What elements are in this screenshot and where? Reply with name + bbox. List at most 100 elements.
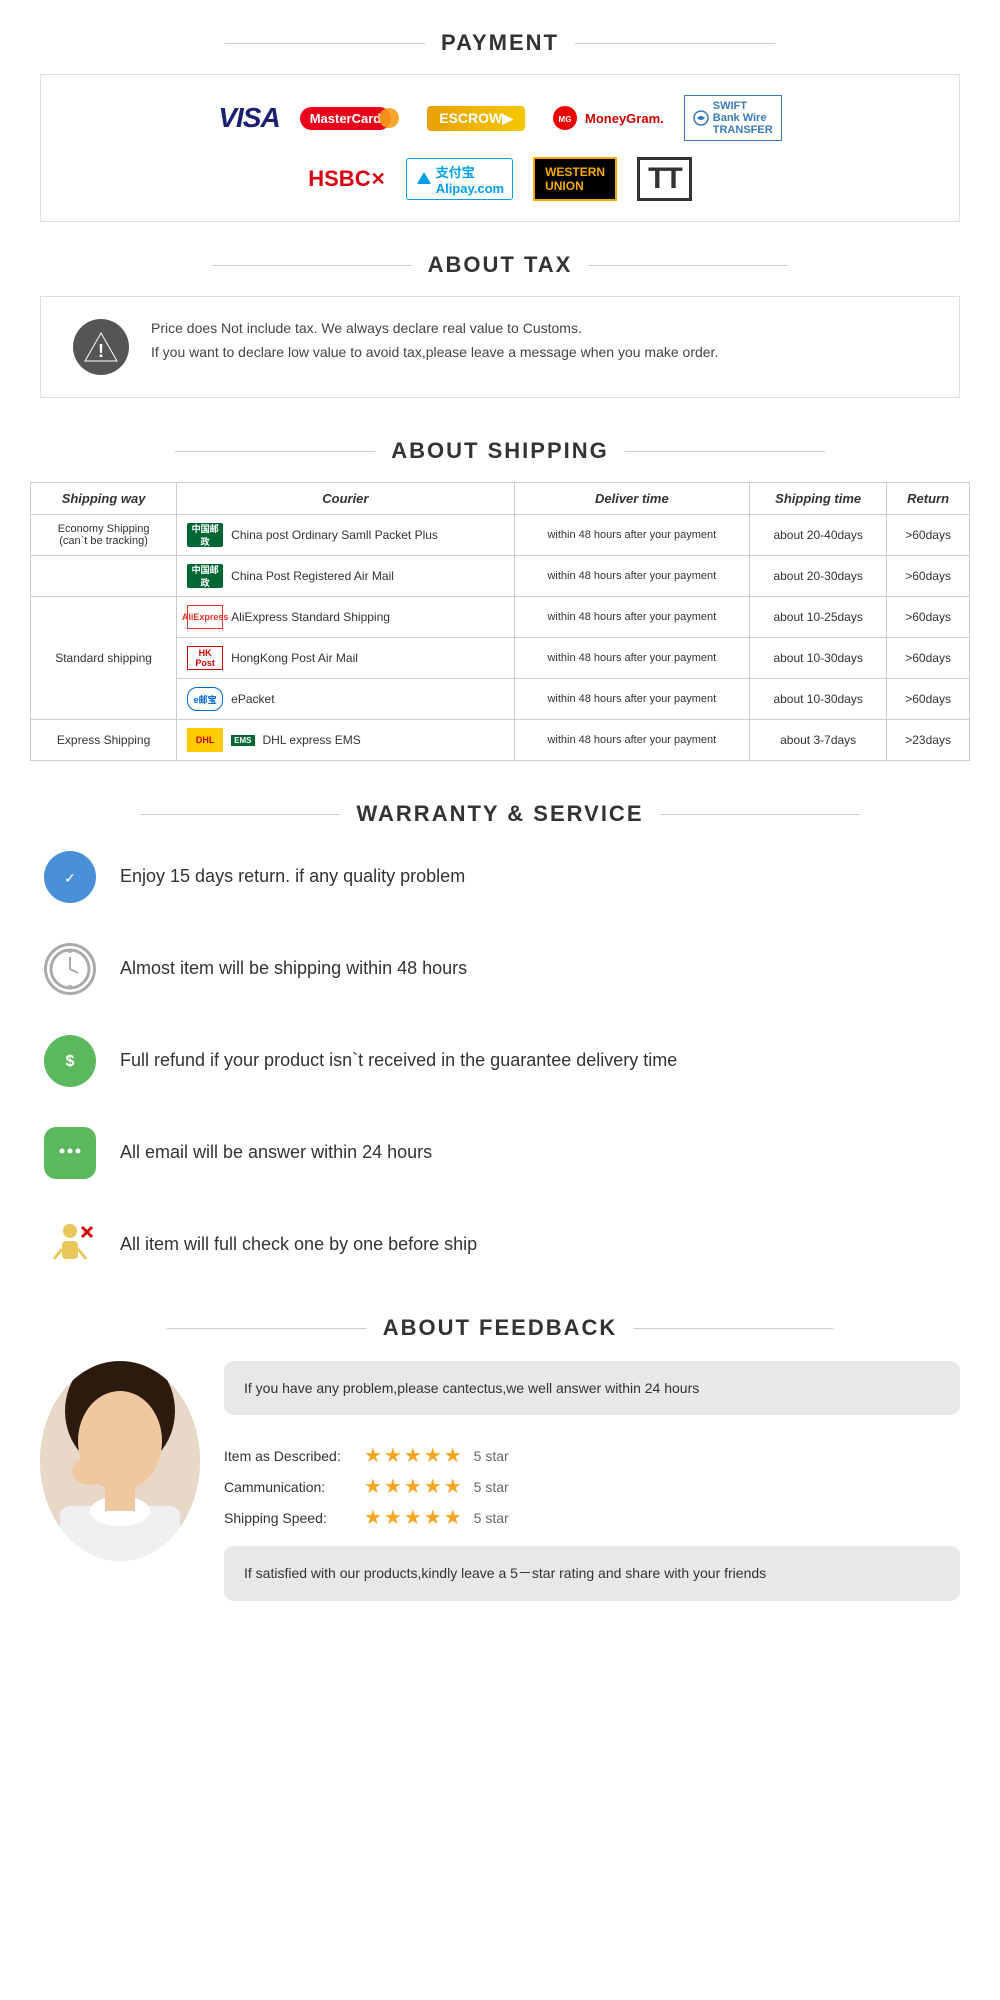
svg-text:$: $ <box>66 1053 75 1070</box>
deliver-time-cell: within 48 hours after your payment <box>514 556 750 597</box>
check-icon <box>44 1219 96 1271</box>
courier-cell: e邮宝 ePacket <box>177 679 514 720</box>
courier-cell: DHL EMS DHL express EMS <box>177 720 514 761</box>
shipping-time-cell: about 10-30days <box>750 638 887 679</box>
feedback-bubble-top-text: If you have any problem,please cantectus… <box>244 1380 699 1396</box>
courier-name: DHL express EMS <box>263 733 361 747</box>
deliver-time-cell: within 48 hours after your payment <box>514 597 750 638</box>
shipping-time-cell: about 10-30days <box>750 679 887 720</box>
svg-text:MG: MG <box>559 115 572 124</box>
payment-title-text: PAYMENT <box>441 30 559 56</box>
warranty-section: WARRANTY & SERVICE ✓ Enjoy 15 days retur… <box>0 801 1000 1275</box>
courier-name: HongKong Post Air Mail <box>231 651 358 665</box>
hsbc-logo: HSBC ✕ <box>308 166 385 192</box>
shipping-time-cell: about 20-40days <box>750 515 887 556</box>
warranty-icon-wrap-2 <box>40 939 100 999</box>
warranty-text-4: All email will be answer within 24 hours <box>120 1140 432 1165</box>
shield-icon: ✓ <box>44 851 96 903</box>
col-deliver-time: Deliver time <box>514 483 750 515</box>
tax-box: ! Price does Not include tax. We always … <box>40 296 960 398</box>
warranty-item-1: ✓ Enjoy 15 days return. if any quality p… <box>40 847 960 907</box>
table-row: Standard shipping AliExpress AliExpress … <box>31 597 970 638</box>
ratings: Item as Described: ★★★★★ 5 star Cammunic… <box>224 1427 960 1546</box>
courier-cell: HK Post HongKong Post Air Mail <box>177 638 514 679</box>
westernunion-logo: WESTERNUNION <box>533 157 617 201</box>
shipping-time-cell: about 20-30days <box>750 556 887 597</box>
table-header-row: Shipping way Courier Deliver time Shippi… <box>31 483 970 515</box>
feedback-bubble-bottom: If satisfied with our products,kindly le… <box>224 1546 960 1600</box>
clock-icon <box>44 943 96 995</box>
shipping-time-cell: about 3-7days <box>750 720 887 761</box>
return-cell: >23days <box>887 720 970 761</box>
tax-text: Price does Not include tax. We always de… <box>151 317 718 365</box>
col-shipping-time: Shipping time <box>750 483 887 515</box>
tt-logo: TT <box>637 157 692 201</box>
warranty-icon-wrap-1: ✓ <box>40 847 100 907</box>
courier-name: China Post Registered Air Mail <box>231 569 394 583</box>
shipping-table-wrap: Shipping way Courier Deliver time Shippi… <box>30 482 970 761</box>
feedback-avatar <box>40 1361 200 1561</box>
shipping-title: ABOUT SHIPPING <box>0 438 1000 464</box>
tax-text-1: Price does Not include tax. We always de… <box>151 317 718 341</box>
svg-text:✓: ✓ <box>64 870 76 886</box>
return-cell: >60days <box>887 679 970 720</box>
courier-name: China post Ordinary Samll Packet Plus <box>231 528 438 542</box>
tax-text-2: If you want to declare low value to avoi… <box>151 341 718 365</box>
return-cell: >60days <box>887 638 970 679</box>
shipping-way-cell <box>31 556 177 597</box>
tax-title-text: ABOUT TAX <box>428 252 573 278</box>
dhl-icon: DHL <box>187 728 223 752</box>
warranty-icon-wrap-3: $ <box>40 1031 100 1091</box>
shipping-way-cell: Express Shipping <box>31 720 177 761</box>
ems-icon: EMS <box>231 735 254 746</box>
hkpost-icon: HK Post <box>187 646 223 670</box>
rating-row-2: Cammunication: ★★★★★ 5 star <box>224 1474 960 1499</box>
china-post-icon: 中国邮政 <box>187 564 223 588</box>
col-return: Return <box>887 483 970 515</box>
payment-row-2: HSBC ✕ 支付宝Alipay.com WESTERNUNION TT <box>71 157 929 201</box>
shipping-title-text: ABOUT SHIPPING <box>391 438 608 464</box>
warranty-text-5: All item will full check one by one befo… <box>120 1232 477 1257</box>
rating-label-1: Item as Described: <box>224 1448 354 1464</box>
svg-text:!: ! <box>98 341 104 361</box>
shipping-section: ABOUT SHIPPING Shipping way Courier Deli… <box>0 438 1000 761</box>
deliver-time-cell: within 48 hours after your payment <box>514 679 750 720</box>
deliver-time-cell: within 48 hours after your payment <box>514 515 750 556</box>
table-row: 中国邮政 China Post Registered Air Mail with… <box>31 556 970 597</box>
warranty-icon-wrap-4 <box>40 1123 100 1183</box>
feedback-section: ABOUT FEEDBACK <box>0 1315 1000 1613</box>
feedback-title: ABOUT FEEDBACK <box>0 1315 1000 1341</box>
warranty-icon-wrap-5 <box>40 1215 100 1275</box>
feedback-title-text: ABOUT FEEDBACK <box>383 1315 618 1341</box>
money-icon: $ <box>44 1035 96 1087</box>
feedback-text-content: If you have any problem,please cantectus… <box>224 1361 960 1613</box>
warranty-text-2: Almost item will be shipping within 48 h… <box>120 956 467 981</box>
rating-count-1: 5 star <box>474 1448 509 1464</box>
payment-box: VISA MasterCard ESCROW▶ MG MoneyGram. SW… <box>40 74 960 222</box>
rating-count-2: 5 star <box>474 1479 509 1495</box>
china-post-icon: 中国邮政 <box>187 523 223 547</box>
tax-title: ABOUT TAX <box>0 252 1000 278</box>
return-cell: >60days <box>887 515 970 556</box>
warranty-text-3: Full refund if your product isn`t receiv… <box>120 1048 677 1073</box>
payment-title: PAYMENT <box>0 30 1000 56</box>
deliver-time-cell: within 48 hours after your payment <box>514 638 750 679</box>
rating-stars-1: ★★★★★ <box>364 1443 464 1468</box>
escrow-logo: ESCROW▶ <box>427 106 525 131</box>
table-row: Express Shipping DHL EMS DHL express EMS… <box>31 720 970 761</box>
return-cell: >60days <box>887 556 970 597</box>
shipping-way-cell: Economy Shipping(can`t be tracking) <box>31 515 177 556</box>
visa-logo: VISA <box>218 102 279 134</box>
rating-label-2: Cammunication: <box>224 1479 354 1495</box>
col-shipping-way: Shipping way <box>31 483 177 515</box>
rating-count-3: 5 star <box>474 1510 509 1526</box>
mastercard-logo: MasterCard <box>300 107 392 130</box>
payment-row-1: VISA MasterCard ESCROW▶ MG MoneyGram. SW… <box>71 95 929 141</box>
warranty-item-4: All email will be answer within 24 hours <box>40 1123 960 1183</box>
courier-name: ePacket <box>231 692 274 706</box>
payment-section: PAYMENT VISA MasterCard ESCROW▶ MG Money… <box>0 30 1000 222</box>
rating-row-1: Item as Described: ★★★★★ 5 star <box>224 1443 960 1468</box>
warranty-text-1: Enjoy 15 days return. if any quality pro… <box>120 864 465 889</box>
warranty-title: WARRANTY & SERVICE <box>0 801 1000 827</box>
warranty-item-5: All item will full check one by one befo… <box>40 1215 960 1275</box>
